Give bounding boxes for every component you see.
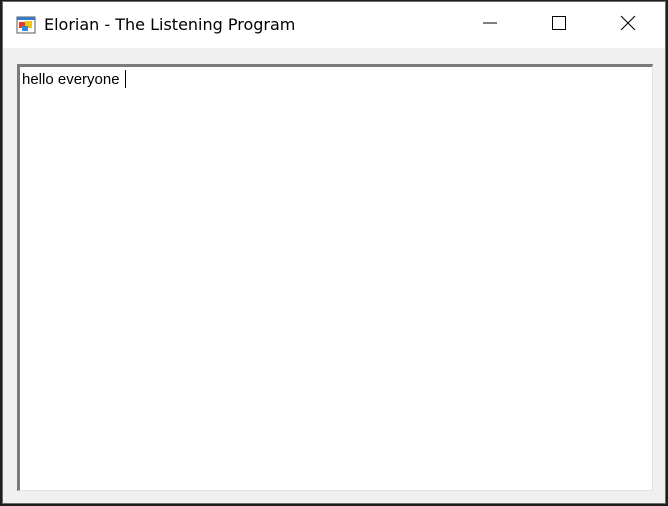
minimize-icon	[482, 15, 498, 35]
client-area: hello everyone	[3, 48, 665, 503]
maximize-icon	[551, 15, 567, 35]
app-window: Elorian - The Listening Program hello ev…	[2, 1, 666, 504]
winforms-app-icon	[16, 15, 36, 35]
text-caret	[124, 70, 126, 88]
maximize-button[interactable]	[524, 2, 594, 48]
title-bar[interactable]: Elorian - The Listening Program	[3, 2, 665, 48]
close-icon	[620, 15, 636, 35]
text-area-content: hello everyone	[22, 71, 124, 88]
window-title: Elorian - The Listening Program	[44, 15, 296, 34]
close-button[interactable]	[593, 2, 663, 48]
main-text-area[interactable]: hello everyone	[17, 64, 653, 491]
minimize-button[interactable]	[455, 2, 525, 48]
